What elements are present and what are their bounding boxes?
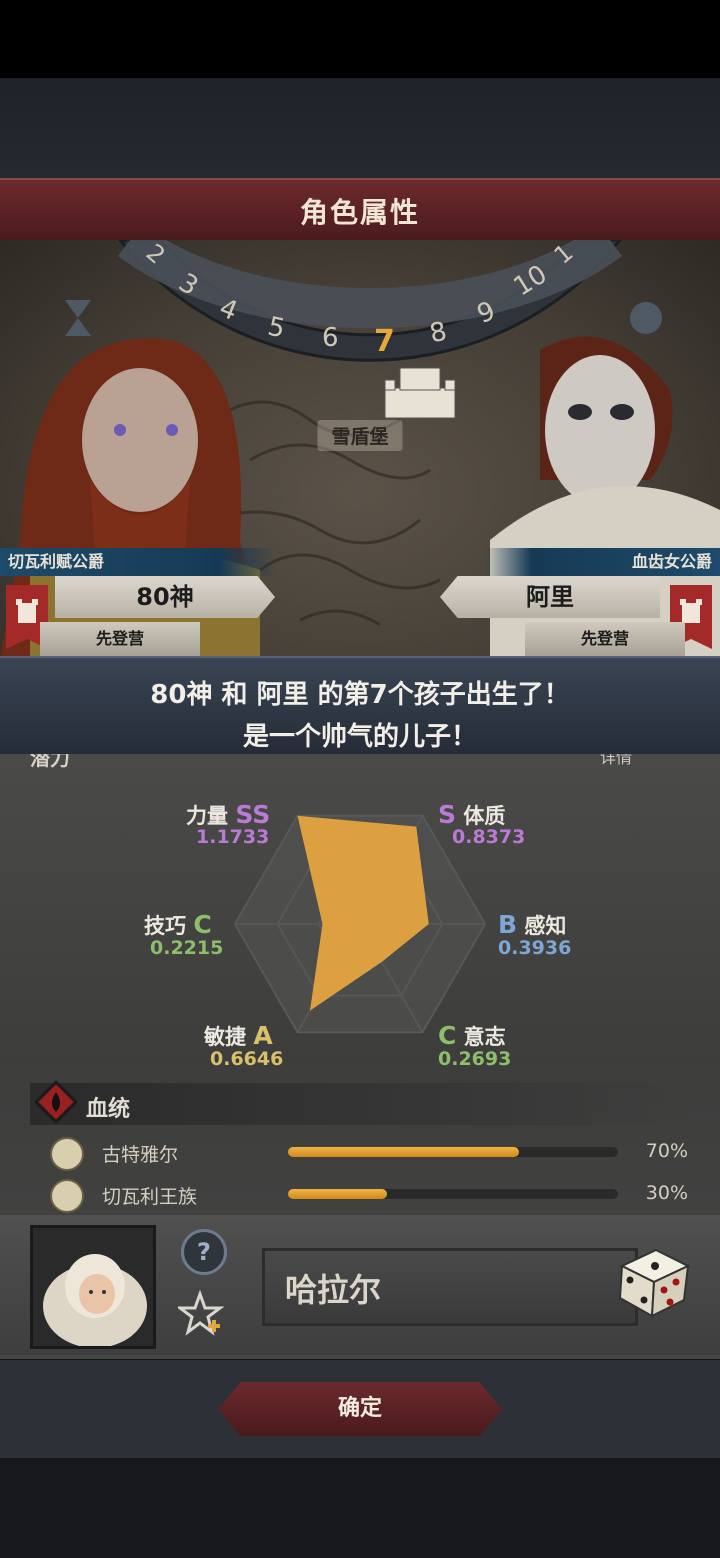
background-header [0,78,720,178]
location-label: 雪盾堡 [317,420,403,451]
message-line-1: 80神 和 阿里 的第7个孩子出生了！ [150,680,570,710]
favorite-star-icon[interactable] [178,1290,226,1338]
child-name: 哈拉尔 [285,1271,382,1309]
stat-label: 感知 [524,914,567,938]
child-name-field[interactable]: 哈拉尔 [262,1248,638,1326]
stat-grade: C [438,1021,457,1050]
hourglass-icon [65,300,91,336]
message-line-2: 是一个帅气的儿子！ [242,722,477,752]
status-bar [0,0,720,78]
gear-icon [630,302,662,334]
page-title: 角色属性 [299,196,420,229]
blood-drop-icon [34,1080,78,1124]
stat-value: 1.1733 [196,826,270,848]
birth-message: 80神 和 阿里 的第7个孩子出生了！ 是一个帅气的儿子！ [0,656,720,758]
lineage-title: 血统 [86,1097,131,1122]
stat-value: 0.2215 [150,937,224,959]
mother-camp: 先登营 [525,622,685,656]
current-clock-number: 7 [374,324,395,359]
stat-grade: C [193,910,212,939]
title-bar: 角色属性 [0,178,720,244]
randomize-dice-icon[interactable] [612,1240,694,1320]
lineage-bar-fill [288,1147,519,1157]
stat-skill: 技巧 C [144,910,212,940]
lineage-row: 切瓦利王族 30% [48,1179,688,1213]
castle-icon [384,367,456,419]
stat-label: 敏捷 [204,1025,246,1049]
stat-value: 0.3936 [498,937,572,959]
stat-grade: A [253,1021,273,1050]
stat-label: 意志 [463,1025,506,1049]
stat-grade: B [498,910,518,939]
stat-perception: B 感知 [498,910,566,940]
baby-image [43,1254,147,1346]
stat-grade: S [438,800,457,829]
lineage-bar [288,1189,618,1199]
help-button[interactable]: ? [181,1229,227,1275]
father-camp: 先登营 [40,622,200,656]
child-portrait [30,1225,156,1349]
lineage-crest-icon [50,1137,84,1171]
stat-will: C 意志 [438,1021,506,1051]
stat-value: 0.8373 [452,826,526,848]
father-title: 切瓦利赋公爵 [0,548,276,576]
father-name: 80神 [55,576,275,618]
stat-grade: SS [235,800,271,829]
lineage-bar-fill [288,1189,387,1199]
lineage-name: 切瓦利王族 [102,1186,198,1208]
stat-label: 体质 [463,804,506,828]
stat-agility: 敏捷 A [204,1021,273,1051]
lineage-scales-icon [50,1179,84,1213]
stat-value: 0.2693 [438,1048,512,1070]
lineage-name: 古特雅尔 [102,1144,179,1166]
stat-value: 0.6646 [210,1048,284,1070]
confirm-button[interactable]: 确定 [218,1382,502,1436]
lineage-bar [288,1147,618,1157]
stat-label: 技巧 [144,914,186,938]
clock-number: 6 [322,323,339,353]
mother-name: 阿里 [440,576,660,618]
potential-radar-chart [233,814,487,1034]
lineage-percent: 30% [645,1182,688,1204]
stat-label: 力量 [186,804,228,828]
lineage-row: 古特雅尔 70% [48,1137,688,1171]
lineage-percent: 70% [645,1140,688,1162]
mother-title: 血齿女公爵 [484,548,720,576]
bottom-strip [0,1458,720,1558]
